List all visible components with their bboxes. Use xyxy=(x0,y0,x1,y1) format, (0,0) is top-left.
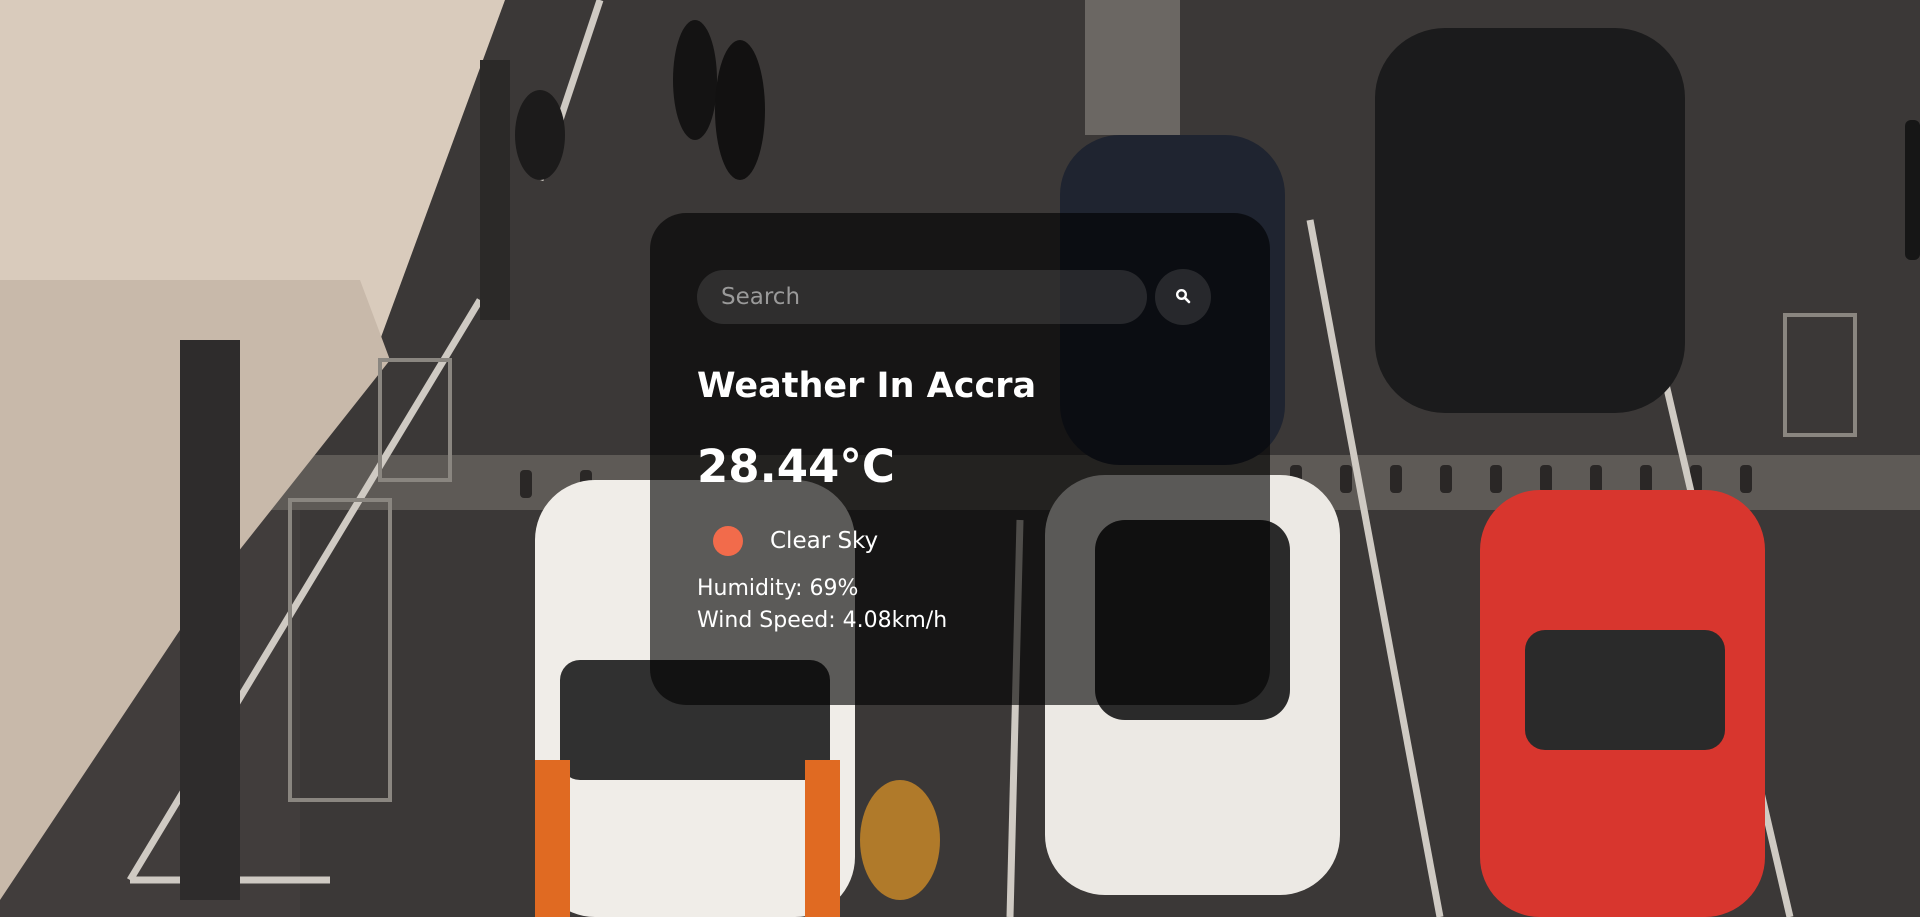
search-button[interactable] xyxy=(1155,269,1211,325)
search-bar xyxy=(697,269,1270,325)
wind-speed: Wind Speed: 4.08km/h xyxy=(697,608,948,633)
weather-description-row: Clear Sky xyxy=(697,523,1270,559)
temperature: 28.44°C xyxy=(697,439,895,493)
weather-card: Weather In Accra 28.44°C Clear Sky Humid… xyxy=(650,213,1270,705)
humidity: Humidity: 69% xyxy=(697,576,859,601)
clear-sky-icon xyxy=(713,526,743,556)
search-icon xyxy=(1175,288,1191,307)
city-title: Weather In Accra xyxy=(697,366,1037,406)
weather-description: Clear Sky xyxy=(770,528,879,554)
search-input[interactable] xyxy=(697,270,1147,324)
